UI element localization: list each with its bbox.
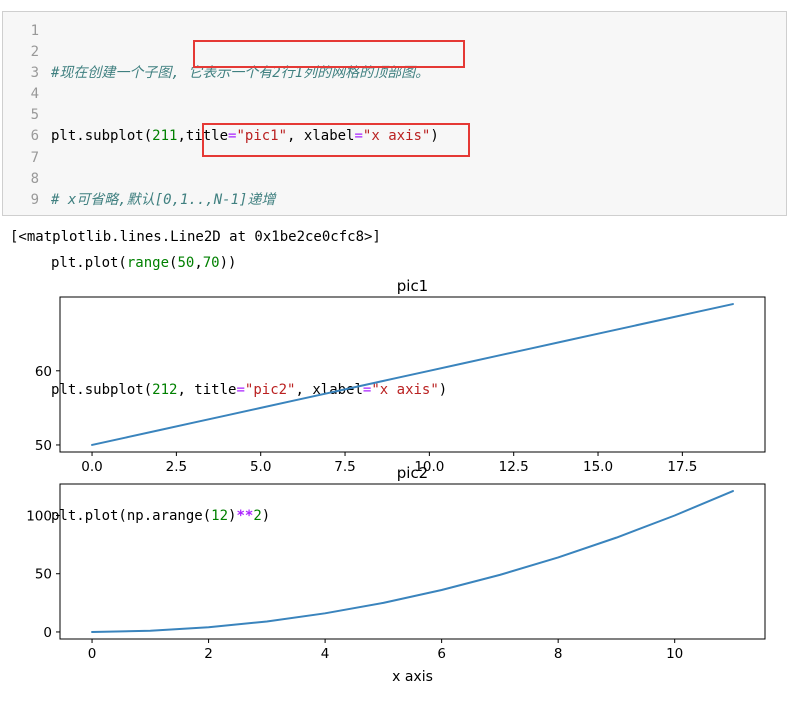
- code-line-3: # x可省略,默认[0,1..,N-1]递增: [51, 191, 276, 208]
- y-tick-label: 100: [26, 509, 52, 525]
- figure: pic10.0 2.5 5.0 7.5 10.0 12.5 15.0 17.55060 pic…: [26, 277, 766, 685]
- highlight-box: [193, 40, 465, 68]
- y-tick-label: 60: [35, 364, 52, 380]
- line-number: 6: [30, 128, 39, 145]
- series-line: [91, 490, 734, 633]
- output-text: [<matplotlib.lines.Line2D at 0x1be2ce0cf…: [10, 229, 381, 245]
- line-number: 5: [30, 107, 39, 124]
- y-tick-label: 0: [43, 625, 52, 641]
- x-tick-label: 0: [88, 646, 97, 662]
- y-tick-label: 50: [35, 567, 52, 583]
- x-tick-label: 6: [437, 646, 446, 662]
- x-tick-label: 5.0: [250, 459, 271, 475]
- x-tick-label: 7.5: [334, 459, 355, 475]
- line-number: 8: [30, 170, 39, 187]
- line-number: 7: [30, 149, 39, 166]
- x-tick-label: 0.0: [81, 459, 102, 475]
- line-number: 3: [30, 65, 39, 82]
- x-tick-label: 8: [554, 646, 563, 662]
- x-tick-label: 4: [321, 646, 330, 662]
- code-cell[interactable]: 1 2 3 4 5 6 7 8 9 #现在创建一个子图, 它表示一个有2行1列的…: [2, 11, 787, 524]
- x-tick-label: 17.5: [667, 459, 697, 475]
- x-axis-label: x axis: [392, 669, 433, 685]
- x-tick-label: 10: [666, 646, 683, 662]
- line-number: 9: [30, 191, 39, 208]
- x-tick-label: 2.5: [166, 459, 187, 475]
- line-number: 2: [30, 44, 39, 61]
- chart-title: pic1: [397, 277, 428, 295]
- highlight-box: [202, 123, 470, 157]
- series-line: [91, 303, 734, 446]
- axes-frame: [59, 483, 766, 640]
- x-tick-label: 15.0: [583, 459, 613, 475]
- x-tick-label: 2: [204, 646, 213, 662]
- x-tick-label: 12.5: [499, 459, 529, 475]
- subplot-pic2: pic20 2 4 6 8 10050100x axis: [26, 464, 766, 685]
- y-tick-label: 50: [35, 438, 52, 454]
- chart-title: pic2: [397, 464, 428, 482]
- line-number: 1: [30, 23, 39, 39]
- line-number-gutter: 1 2 3 4 5 6 7 8 9: [3, 21, 39, 211]
- subplot-pic1: pic10.0 2.5 5.0 7.5 10.0 12.5 15.0 17.55060: [35, 277, 766, 475]
- line-number: 4: [30, 86, 39, 103]
